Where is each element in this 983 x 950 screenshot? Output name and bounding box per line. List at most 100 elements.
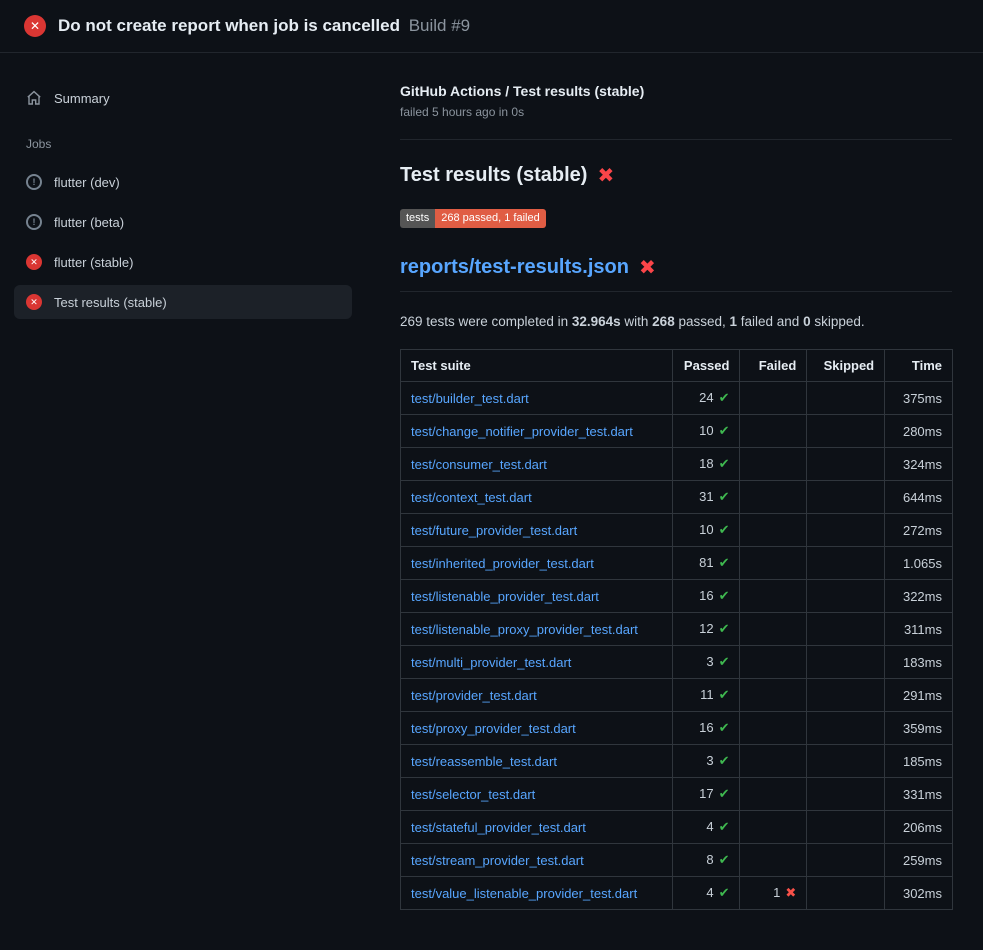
table-row: test/provider_test.dart 11 ✔ 291ms bbox=[401, 679, 953, 712]
tests-badge: tests 268 passed, 1 failed bbox=[400, 209, 546, 228]
check-icon: ✔ bbox=[719, 588, 730, 603]
time-cell: 311ms bbox=[885, 613, 953, 646]
page-title: Do not create report when job is cancell… bbox=[58, 16, 470, 36]
failed-cell bbox=[740, 712, 807, 745]
suite-cell: test/selector_test.dart bbox=[401, 778, 673, 811]
time-cell: 302ms bbox=[885, 877, 953, 910]
suite-link[interactable]: test/change_notifier_provider_test.dart bbox=[411, 424, 633, 439]
skipped-cell bbox=[807, 745, 885, 778]
table-row: test/context_test.dart31✔644ms bbox=[401, 481, 953, 514]
suite-link[interactable]: test/proxy_provider_test.dart bbox=[411, 721, 576, 736]
check-icon: ✔ bbox=[719, 654, 730, 669]
count-value: 11 bbox=[700, 687, 714, 702]
count-value: 12 bbox=[699, 621, 713, 636]
time-cell: 322ms bbox=[885, 580, 953, 613]
sidebar-item-job-test-results-stable[interactable]: ✕ Test results (stable) bbox=[14, 285, 352, 319]
sidebar: Summary Jobs ! flutter (dev) ! flutter (… bbox=[0, 53, 370, 349]
skipped-cell bbox=[807, 613, 885, 646]
failed-cell bbox=[740, 745, 807, 778]
suite-link[interactable]: test/consumer_test.dart bbox=[411, 457, 547, 472]
column-header-passed: Passed bbox=[672, 350, 740, 382]
passed-cell: 4✔ bbox=[672, 811, 740, 844]
check-icon: ✔ bbox=[719, 489, 730, 504]
summary-text: skipped. bbox=[811, 314, 865, 329]
badge-label: tests bbox=[400, 209, 435, 228]
suite-link[interactable]: test/builder_test.dart bbox=[411, 391, 529, 406]
check-icon: ✔ bbox=[719, 687, 730, 702]
table-row: test/stream_provider_test.dart8✔259ms bbox=[401, 844, 953, 877]
count-value: 18 bbox=[699, 456, 713, 471]
cross-icon: ✖ bbox=[785, 885, 796, 900]
suite-link[interactable]: test/selector_test.dart bbox=[411, 787, 535, 802]
skipped-cell bbox=[807, 844, 885, 877]
passed-cell: 12✔ bbox=[672, 613, 740, 646]
time-cell: 183ms bbox=[885, 646, 953, 679]
column-header-time: Time bbox=[885, 350, 953, 382]
suite-cell: test/provider_test.dart bbox=[401, 679, 673, 712]
passed-cell: 81✔ bbox=[672, 547, 740, 580]
sidebar-item-label: flutter (dev) bbox=[54, 175, 120, 190]
table-row: test/future_provider_test.dart10✔272ms bbox=[401, 514, 953, 547]
failed-cell bbox=[740, 613, 807, 646]
passed-cell: 4✔ bbox=[672, 877, 740, 910]
check-icon: ✔ bbox=[719, 852, 730, 867]
suite-cell: test/proxy_provider_test.dart bbox=[401, 712, 673, 745]
time-cell: 359ms bbox=[885, 712, 953, 745]
suite-cell: test/listenable_proxy_provider_test.dart bbox=[401, 613, 673, 646]
check-icon: ✔ bbox=[719, 720, 730, 735]
suite-cell: test/reassemble_test.dart bbox=[401, 745, 673, 778]
suite-link[interactable]: test/multi_provider_test.dart bbox=[411, 655, 571, 670]
sidebar-item-label: flutter (stable) bbox=[54, 255, 133, 270]
suite-cell: test/builder_test.dart bbox=[401, 382, 673, 415]
passed-cell: 3✔ bbox=[672, 745, 740, 778]
time-cell: 1.065s bbox=[885, 547, 953, 580]
table-row: test/multi_provider_test.dart 3 ✔ 183ms bbox=[401, 646, 953, 679]
summary-text: 269 tests were completed in bbox=[400, 314, 572, 329]
summary-passed-count: 268 bbox=[652, 314, 675, 329]
suite-link[interactable]: test/stateful_provider_test.dart bbox=[411, 820, 586, 835]
table-row: test/consumer_test.dart18✔324ms bbox=[401, 448, 953, 481]
count-value: 3 bbox=[706, 654, 713, 669]
failed-cell bbox=[740, 481, 807, 514]
suite-link[interactable]: test/future_provider_test.dart bbox=[411, 523, 577, 538]
time-cell: 291ms bbox=[885, 679, 953, 712]
check-icon: ✔ bbox=[719, 819, 730, 834]
neutral-status-icon: ! bbox=[26, 174, 42, 190]
suite-link[interactable]: test/reassemble_test.dart bbox=[411, 754, 557, 769]
sidebar-item-label: Test results (stable) bbox=[54, 295, 167, 310]
count-value: 16 bbox=[699, 588, 713, 603]
check-icon: ✔ bbox=[719, 522, 730, 537]
count-value: 81 bbox=[699, 555, 713, 570]
suite-link[interactable]: test/context_test.dart bbox=[411, 490, 532, 505]
suite-link[interactable]: test/stream_provider_test.dart bbox=[411, 853, 584, 868]
table-row: test/stateful_provider_test.dart4✔206ms bbox=[401, 811, 953, 844]
sidebar-item-summary[interactable]: Summary bbox=[14, 81, 352, 115]
skipped-cell bbox=[807, 514, 885, 547]
failed-status-icon: ✕ bbox=[26, 254, 42, 270]
suite-link[interactable]: test/listenable_provider_test.dart bbox=[411, 589, 599, 604]
suite-cell: test/consumer_test.dart bbox=[401, 448, 673, 481]
run-meta: failed 5 hours ago in 0s bbox=[400, 105, 952, 119]
suite-link[interactable]: test/inherited_provider_test.dart bbox=[411, 556, 594, 571]
table-row: test/builder_test.dart24✔375ms bbox=[401, 382, 953, 415]
skipped-cell bbox=[807, 712, 885, 745]
passed-cell: 11 ✔ bbox=[672, 679, 740, 712]
sidebar-item-job-flutter-stable[interactable]: ✕ flutter (stable) bbox=[14, 245, 352, 279]
summary-duration: 32.964s bbox=[572, 314, 621, 329]
sidebar-item-job-flutter-beta[interactable]: ! flutter (beta) bbox=[14, 205, 352, 239]
sidebar-item-job-flutter-dev[interactable]: ! flutter (dev) bbox=[14, 165, 352, 199]
failed-x-icon: ✖ bbox=[597, 166, 614, 186]
suite-link[interactable]: test/value_listenable_provider_test.dart bbox=[411, 886, 637, 901]
failed-cell bbox=[740, 382, 807, 415]
count-value: 24 bbox=[699, 390, 713, 405]
failed-cell bbox=[740, 448, 807, 481]
breadcrumb: GitHub Actions / Test results (stable) bbox=[400, 83, 952, 99]
suite-link[interactable]: test/provider_test.dart bbox=[411, 688, 537, 703]
report-file-link[interactable]: reports/test-results.json bbox=[400, 256, 629, 279]
table-row: test/reassemble_test.dart3✔185ms bbox=[401, 745, 953, 778]
section-title-text: Test results (stable) bbox=[400, 164, 587, 187]
count-value: 1 bbox=[773, 885, 780, 900]
passed-cell: 16✔ bbox=[672, 712, 740, 745]
suite-link[interactable]: test/listenable_proxy_provider_test.dart bbox=[411, 622, 638, 637]
failed-cell bbox=[740, 415, 807, 448]
